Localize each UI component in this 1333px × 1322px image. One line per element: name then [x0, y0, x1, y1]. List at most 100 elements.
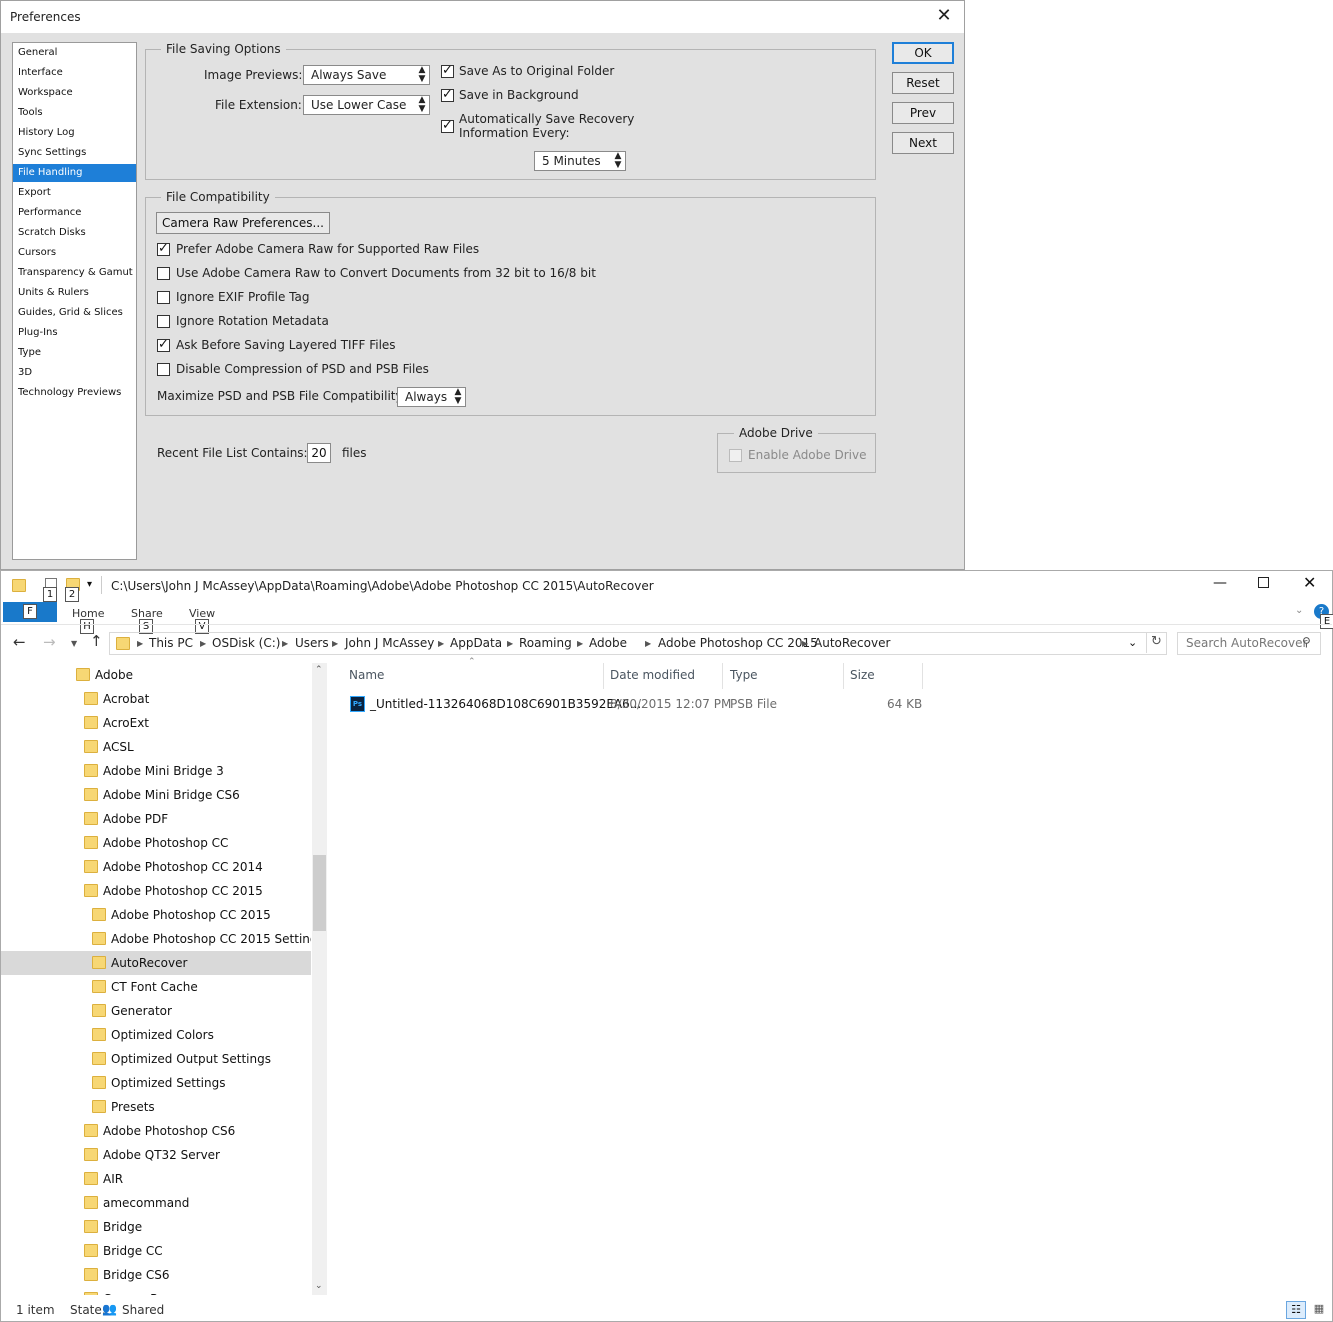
category-item[interactable]: Transparency & Gamut [13, 264, 136, 282]
category-item[interactable]: General [13, 44, 136, 62]
recent-locations-icon[interactable]: ▼ [71, 639, 77, 648]
enable-adobe-drive-checkbox[interactable] [729, 449, 742, 462]
category-item[interactable]: Technology Previews [13, 384, 136, 402]
breadcrumb-chevron-icon[interactable]: ▶ [282, 639, 288, 648]
tree-scrollbar[interactable]: ⌃ ⌄ [312, 663, 327, 1295]
category-item[interactable]: Guides, Grid & Slices [13, 304, 136, 322]
tree-item[interactable]: Bridge CS6 [1, 1263, 311, 1287]
use-camera-raw-convert-checkbox[interactable] [157, 267, 170, 280]
close-icon[interactable]: ✕ [932, 5, 956, 27]
column-type[interactable]: Type [730, 668, 758, 682]
scroll-up-icon[interactable]: ⌃ [315, 665, 323, 675]
close-icon[interactable]: ✕ [1303, 573, 1316, 592]
prefer-camera-raw-checkbox[interactable] [157, 241, 170, 256]
tree-item[interactable]: Optimized Colors [1, 1023, 311, 1047]
prev-button[interactable]: Prev [892, 102, 954, 124]
column-divider[interactable] [843, 663, 844, 689]
recovery-interval-select[interactable]: 5 Minutes ▲ ▼ [534, 151, 626, 171]
tree-item[interactable]: Adobe Photoshop CC 2015 Settings [1, 927, 311, 951]
tree-item[interactable]: Presets [1, 1095, 311, 1119]
up-icon[interactable]: ↑ [90, 632, 103, 650]
ignore-exif-checkbox[interactable] [157, 291, 170, 304]
scrollbar-thumb[interactable] [313, 855, 326, 931]
breadcrumb-item[interactable]: Adobe Photoshop CC 2015 [658, 636, 818, 650]
back-icon[interactable]: ← [13, 633, 26, 651]
maximize-icon[interactable] [1258, 577, 1269, 588]
file-extension-select[interactable]: Use Lower Case ▲ ▼ [303, 95, 430, 115]
next-button[interactable]: Next [892, 132, 954, 154]
tree-item[interactable]: Adobe Photoshop CC 2015 [1, 903, 311, 927]
breadcrumb-chevron-icon[interactable]: ▶ [802, 639, 808, 648]
tree-item[interactable]: AutoRecover [1, 951, 311, 975]
category-item[interactable]: History Log [13, 124, 136, 142]
file-row[interactable]: Ps _Untitled-113264068D108C6901B3592EA6.… [341, 693, 923, 715]
ask-layered-tiff-checkbox[interactable] [157, 337, 170, 352]
tree-item[interactable]: Bridge [1, 1215, 311, 1239]
forward-icon[interactable]: → [43, 633, 56, 651]
category-item[interactable]: Type [13, 344, 136, 362]
tree-item[interactable]: CameraRaw [1, 1287, 311, 1295]
category-item[interactable]: Export [13, 184, 136, 202]
breadcrumb-item[interactable]: John J McAssey [345, 636, 434, 650]
tree-item[interactable]: Optimized Output Settings [1, 1047, 311, 1071]
tree-item[interactable]: AcroExt [1, 711, 311, 735]
tree-item[interactable]: AIR [1, 1167, 311, 1191]
breadcrumb-chevron-icon[interactable]: ▶ [507, 639, 513, 648]
tree-item[interactable]: Adobe Photoshop CC [1, 831, 311, 855]
tree-item[interactable]: Adobe Photoshop CC 2014 [1, 855, 311, 879]
category-item[interactable]: Interface [13, 64, 136, 82]
tree-item[interactable]: CT Font Cache [1, 975, 311, 999]
tree-item[interactable]: Adobe Mini Bridge CS6 [1, 783, 311, 807]
breadcrumb-chevron-icon[interactable]: ▶ [200, 639, 206, 648]
breadcrumb-item[interactable]: OSDisk (C:) [212, 636, 280, 650]
column-divider[interactable] [722, 663, 723, 689]
category-item[interactable]: Scratch Disks [13, 224, 136, 242]
refresh-icon[interactable]: ↻ [1151, 634, 1162, 649]
category-item[interactable]: Tools [13, 104, 136, 122]
image-previews-select[interactable]: Always Save ▲ ▼ [303, 65, 430, 85]
column-divider[interactable] [603, 663, 604, 689]
camera-raw-preferences-button[interactable]: Camera Raw Preferences... [156, 212, 330, 234]
save-in-background-checkbox[interactable] [441, 87, 454, 102]
breadcrumb-chevron-icon[interactable]: ▶ [332, 639, 338, 648]
tree-item[interactable]: Adobe Photoshop CC 2015 [1, 879, 311, 903]
tree-item[interactable]: Adobe PDF [1, 807, 311, 831]
breadcrumb-chevron-icon[interactable]: ▶ [438, 639, 444, 648]
category-item[interactable]: Cursors [13, 244, 136, 262]
category-item[interactable]: Plug-Ins [13, 324, 136, 342]
minimize-icon[interactable]: — [1213, 575, 1227, 591]
breadcrumb-chevron-icon[interactable]: ▶ [577, 639, 583, 648]
column-divider[interactable] [922, 663, 923, 689]
breadcrumb-item[interactable]: Users [295, 636, 329, 650]
customize-qat-icon[interactable]: ▾ [87, 579, 92, 590]
category-item[interactable]: File Handling [13, 164, 136, 182]
search-box[interactable]: Search AutoRecover ⚲ [1177, 632, 1321, 655]
recent-file-count-input[interactable]: 20 [307, 443, 331, 463]
tree-item[interactable]: Adobe QT32 Server [1, 1143, 311, 1167]
breadcrumb-chevron-icon[interactable]: ▶ [137, 639, 143, 648]
tree-item[interactable]: Optimized Settings [1, 1071, 311, 1095]
column-name[interactable]: Name [349, 668, 384, 682]
tree-item[interactable]: Adobe [1, 663, 311, 687]
ok-button[interactable]: OK [892, 42, 954, 64]
tree-item[interactable]: amecommand [1, 1191, 311, 1215]
category-item[interactable]: Units & Rulers [13, 284, 136, 302]
category-item[interactable]: Workspace [13, 84, 136, 102]
breadcrumb-item[interactable]: Roaming [519, 636, 572, 650]
reset-button[interactable]: Reset [892, 72, 954, 94]
category-item[interactable]: 3D [13, 364, 136, 382]
large-icons-view-icon[interactable]: ▦ [1310, 1301, 1328, 1319]
search-icon[interactable]: ⚲ [1302, 635, 1311, 649]
tree-item[interactable]: Adobe Mini Bridge 3 [1, 759, 311, 783]
maximize-compat-select[interactable]: Always ▲ ▼ [397, 387, 466, 407]
breadcrumb-chevron-icon[interactable]: ▶ [645, 639, 651, 648]
tree-item[interactable]: Acrobat [1, 687, 311, 711]
tree-item[interactable]: Adobe Photoshop CS6 [1, 1119, 311, 1143]
ignore-rotation-checkbox[interactable] [157, 315, 170, 328]
file-tab[interactable]: F [3, 602, 57, 622]
breadcrumb-item[interactable]: Adobe [589, 636, 627, 650]
details-view-icon[interactable]: ☷ [1286, 1301, 1306, 1319]
breadcrumb-item[interactable]: This PC [149, 636, 193, 650]
category-item[interactable]: Performance [13, 204, 136, 222]
tree-item[interactable]: Generator [1, 999, 311, 1023]
